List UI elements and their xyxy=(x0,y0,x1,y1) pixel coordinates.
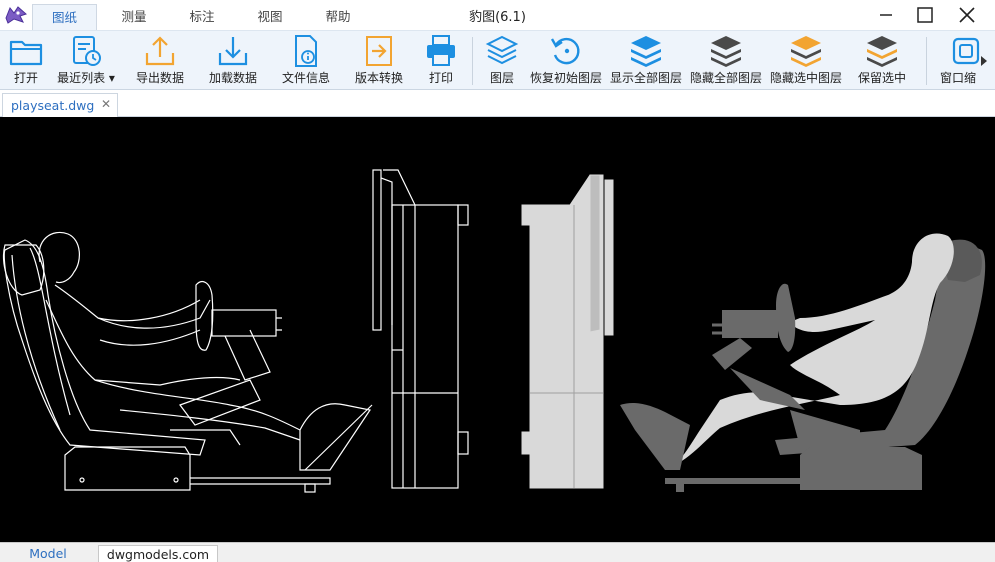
ribbon-scroll-right-icon[interactable] xyxy=(978,53,990,69)
load-data-button[interactable]: 加载数据 xyxy=(209,31,257,91)
ribbon-toolbar: 打开 最近列表 ▾ 导出数据 加载数据 文件信息 版本转换 打印 图层 恢复初始… xyxy=(0,30,995,90)
show-all-layers-button[interactable]: 显示全部图层 xyxy=(610,31,682,91)
export-data-label: 导出数据 xyxy=(135,71,184,85)
open-button[interactable]: 打开 xyxy=(6,31,46,91)
tab-view[interactable]: 视图 xyxy=(240,4,300,30)
app-logo-icon xyxy=(5,6,27,24)
layers-button[interactable]: 图层 xyxy=(482,31,522,91)
ribbon-separator xyxy=(926,37,927,85)
maximize-icon xyxy=(917,7,933,23)
load-data-label: 加载数据 xyxy=(208,71,257,85)
close-icon[interactable]: ✕ xyxy=(101,97,111,111)
file-info-label: 文件信息 xyxy=(281,71,330,85)
tab-annotate[interactable]: 标注 xyxy=(172,4,232,30)
minimize-icon xyxy=(880,14,892,16)
show-all-layers-label: 显示全部图层 xyxy=(609,71,682,85)
recent-files-icon xyxy=(73,36,101,66)
document-tab-label: playseat.dwg xyxy=(11,98,95,113)
tab-measure[interactable]: 测量 xyxy=(104,4,164,30)
file-info-button[interactable]: 文件信息 xyxy=(282,31,330,91)
layout-tab-bar: Model dwgmodels.com xyxy=(0,542,995,562)
hide-all-layers-label: 隐藏全部图层 xyxy=(689,71,762,85)
version-convert-icon xyxy=(366,36,392,66)
restore-layers-icon xyxy=(550,37,580,65)
printer-icon xyxy=(427,35,455,66)
hide-selected-layers-button[interactable]: 隐藏选中图层 xyxy=(770,31,842,91)
recent-list-button[interactable]: 最近列表 ▾ xyxy=(57,31,115,91)
hide-all-layers-icon xyxy=(711,36,741,67)
folder-icon xyxy=(9,40,43,66)
cad-drawing xyxy=(2,169,986,493)
restore-layers-button[interactable]: 恢复初始图层 xyxy=(530,31,602,91)
front-elevation-filled xyxy=(521,174,614,489)
front-elevation-outline xyxy=(372,169,469,489)
recent-list-label: 最近列表 ▾ xyxy=(57,71,115,85)
hide-selected-layers-icon xyxy=(791,36,821,67)
keep-selected-layers-icon xyxy=(867,36,897,67)
print-button[interactable]: 打印 xyxy=(421,31,461,91)
tab-layout-dwgmodels[interactable]: dwgmodels.com xyxy=(98,545,218,562)
export-data-button[interactable]: 导出数据 xyxy=(136,31,184,91)
version-convert-button[interactable]: 版本转换 xyxy=(355,31,403,91)
maximize-button[interactable] xyxy=(905,0,945,30)
right-seat-filled-drawing xyxy=(620,233,986,492)
close-window-button[interactable] xyxy=(947,0,987,30)
tab-drawing[interactable]: 图纸 xyxy=(32,4,97,30)
export-upload-icon xyxy=(145,36,175,66)
layers-icon xyxy=(485,35,519,65)
drawing-canvas[interactable] xyxy=(0,117,995,542)
minimize-button[interactable] xyxy=(866,0,906,30)
keep-selected-button[interactable]: 保留选中 xyxy=(858,31,906,91)
hide-all-layers-button[interactable]: 隐藏全部图层 xyxy=(690,31,762,91)
keep-selected-label: 保留选中 xyxy=(857,71,906,85)
hide-selected-layers-label: 隐藏选中图层 xyxy=(769,71,842,85)
document-tab-strip: playseat.dwg ✕ xyxy=(0,90,995,117)
tab-model[interactable]: Model xyxy=(0,545,96,562)
title-bar: 图纸 测量 标注 视图 帮助 豹图(6.1) xyxy=(0,0,995,30)
restore-layers-label: 恢复初始图层 xyxy=(529,71,602,85)
close-icon xyxy=(959,7,975,23)
import-download-icon xyxy=(218,37,248,66)
document-tab[interactable]: playseat.dwg ✕ xyxy=(2,93,118,117)
show-all-layers-icon xyxy=(631,36,661,67)
window-zoom-button[interactable]: 窗口缩 xyxy=(940,31,980,91)
tab-help[interactable]: 帮助 xyxy=(308,4,368,30)
left-seat-outline-drawing xyxy=(2,231,373,493)
file-info-icon xyxy=(295,35,317,67)
window-zoom-label: 窗口缩 xyxy=(940,71,977,85)
